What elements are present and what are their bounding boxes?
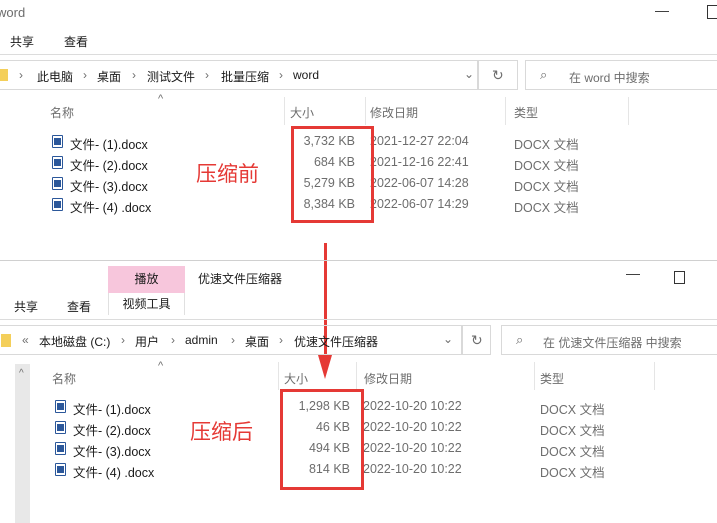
breadcrumb-item[interactable]: 优速文件压缩器 [294,333,378,350]
minimize-button[interactable]: — [626,265,640,281]
breadcrumb-item[interactable]: 桌面 [97,68,121,85]
file-name: 文件- (1).docx [73,403,151,417]
file-date: 2022-10-20 10:22 [363,462,462,476]
chevron-down-icon[interactable]: ⌄ [443,332,453,346]
tab-view[interactable]: 查看 [64,33,88,50]
breadcrumb-item[interactable]: 用户 [135,333,159,350]
tab-video-tools[interactable]: 视频工具 [108,293,185,315]
file-date: 2022-06-07 14:28 [370,176,469,190]
file-date: 2022-10-20 10:22 [363,420,462,434]
breadcrumb-item[interactable]: word [293,68,319,82]
column-date[interactable]: 修改日期 [370,104,418,121]
address-bar[interactable]: › 此电脑 › 桌面 › 测试文件 › 批量压缩 › word ⌄ [0,60,478,90]
file-type: DOCX 文档 [514,180,579,194]
file-name: 文件- (3).docx [70,180,148,194]
tab-share[interactable]: 共享 [14,298,38,315]
annotation-before: 压缩前 [196,163,259,186]
word-file-icon [55,442,66,455]
scrollbar[interactable]: ^ [15,364,30,523]
word-file-icon [55,463,66,476]
tab-play[interactable]: 播放 [108,266,185,293]
file-type: DOCX 文档 [514,159,579,173]
refresh-button[interactable]: ↻ [478,60,518,90]
search-icon: ⌕ [516,332,524,347]
file-type: DOCX 文档 [540,445,605,459]
word-file-icon [55,421,66,434]
search-placeholder: 在 优速文件压缩器 中搜索 [543,336,682,350]
breadcrumb-item[interactable]: 桌面 [245,333,269,350]
address-bar[interactable]: « 本地磁盘 (C:) › 用户 › admin › 桌面 › 优速文件压缩器 … [0,325,462,355]
search-placeholder: 在 word 中搜索 [569,71,650,85]
breadcrumb-item[interactable]: admin [185,333,218,347]
arrow-down-icon [318,355,332,379]
column-type[interactable]: 类型 [514,104,538,121]
folder-icon [0,69,8,81]
file-type: DOCX 文档 [540,466,605,480]
file-type: DOCX 文档 [540,403,605,417]
sort-up-icon: ^ [158,93,164,105]
folder-icon [1,334,11,347]
scroll-up-icon[interactable]: ^ [19,368,24,379]
file-name: 文件- (4) .docx [70,201,152,215]
window-title: 优速文件压缩器 [198,272,283,286]
file-name: 文件- (3).docx [73,445,151,459]
search-input[interactable]: ⌕ 在 word 中搜索 [525,60,717,90]
file-date: 2021-12-16 22:41 [370,155,469,169]
file-name: 文件- (2).docx [73,424,151,438]
breadcrumb-item[interactable]: 测试文件 [147,68,195,85]
breadcrumb-item[interactable]: 此电脑 [37,68,73,85]
sort-up-icon: ^ [158,360,164,372]
word-file-icon [52,198,63,211]
tab-view[interactable]: 查看 [67,298,91,315]
file-date: 2022-10-20 10:22 [363,399,462,413]
window-title: word [0,5,26,20]
word-file-icon [52,177,63,190]
breadcrumb-item[interactable]: 批量压缩 [221,68,269,85]
maximize-button[interactable] [707,5,717,19]
search-icon: ⌕ [540,67,548,82]
file-type: DOCX 文档 [514,138,579,152]
column-date[interactable]: 修改日期 [364,370,412,387]
tab-share[interactable]: 共享 [10,33,34,50]
word-file-icon [52,156,63,169]
search-input[interactable]: ⌕ 在 优速文件压缩器 中搜索 [501,325,717,355]
refresh-icon: ↻ [492,67,504,83]
breadcrumb-item[interactable]: 本地磁盘 (C:) [39,333,110,350]
maximize-button[interactable] [674,271,685,284]
file-date: 2022-10-20 10:22 [363,441,462,455]
highlight-box [280,389,364,490]
column-size[interactable]: 大小 [290,104,314,121]
refresh-icon: ↻ [471,332,483,348]
column-type[interactable]: 类型 [540,370,564,387]
highlight-box [291,126,374,223]
word-file-icon [52,135,63,148]
column-name[interactable]: 名称 [50,104,74,121]
column-name[interactable]: 名称 [52,370,76,387]
file-date: 2022-06-07 14:29 [370,197,469,211]
file-date: 2021-12-27 22:04 [370,134,469,148]
file-type: DOCX 文档 [514,201,579,215]
minimize-button[interactable]: — [655,2,669,18]
column-size[interactable]: 大小 [284,370,308,387]
chevron-down-icon[interactable]: ⌄ [464,67,474,81]
file-name: 文件- (2).docx [70,159,148,173]
annotation-after: 压缩后 [190,421,253,444]
file-name: 文件- (4) .docx [73,466,155,480]
refresh-button[interactable]: ↻ [462,325,491,355]
file-name: 文件- (1).docx [70,138,148,152]
file-type: DOCX 文档 [540,424,605,438]
word-file-icon [55,400,66,413]
